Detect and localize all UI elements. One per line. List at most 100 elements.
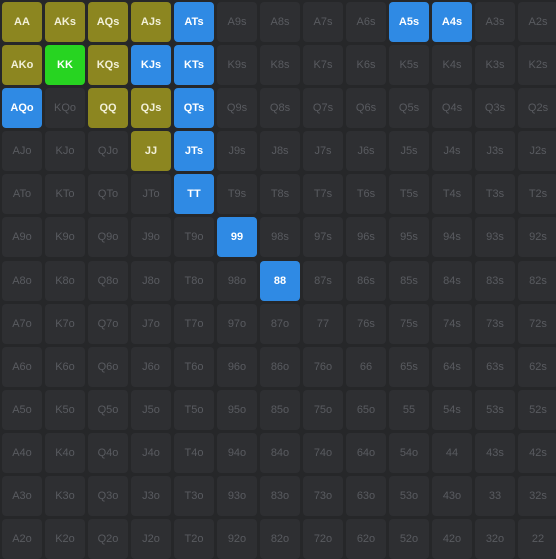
hand-cell-42o[interactable]: 42o (432, 519, 472, 559)
hand-cell-74s[interactable]: 74s (432, 303, 472, 344)
hand-cell-a4o[interactable]: A4o (2, 432, 42, 473)
hand-cell-75s[interactable]: 75s (389, 303, 429, 344)
hand-cell-k9s[interactable]: K9s (217, 45, 257, 86)
hand-cell-93o[interactable]: 93o (217, 476, 257, 517)
hand-cell-62o[interactable]: 62o (346, 519, 386, 559)
hand-cell-44[interactable]: 44 (432, 432, 472, 473)
hand-cell-t2o[interactable]: T2o (174, 519, 214, 559)
hand-cell-jj[interactable]: JJ (131, 131, 171, 172)
hand-cell-a5s[interactable]: A5s (389, 2, 429, 42)
hand-cell-j4o[interactable]: J4o (131, 432, 171, 473)
hand-cell-76o[interactable]: 76o (303, 346, 343, 387)
hand-cell-82o[interactable]: 82o (260, 519, 300, 559)
hand-cell-92s[interactable]: 92s (518, 217, 556, 258)
hand-cell-aks[interactable]: AKs (45, 2, 85, 42)
hand-cell-86s[interactable]: 86s (346, 260, 386, 301)
hand-cell-j4s[interactable]: J4s (432, 131, 472, 172)
hand-cell-tt[interactable]: TT (174, 174, 214, 215)
hand-cell-54s[interactable]: 54s (432, 389, 472, 430)
hand-cell-t6s[interactable]: T6s (346, 174, 386, 215)
hand-cell-kqo[interactable]: KQo (45, 88, 85, 129)
hand-cell-qjs[interactable]: QJs (131, 88, 171, 129)
hand-cell-j2s[interactable]: J2s (518, 131, 556, 172)
hand-cell-kts[interactable]: KTs (174, 45, 214, 86)
hand-cell-76s[interactable]: 76s (346, 303, 386, 344)
hand-cell-t7o[interactable]: T7o (174, 303, 214, 344)
hand-cell-a2s[interactable]: A2s (518, 2, 556, 42)
hand-cell-72o[interactable]: 72o (303, 519, 343, 559)
hand-cell-96s[interactable]: 96s (346, 217, 386, 258)
hand-cell-j9o[interactable]: J9o (131, 217, 171, 258)
hand-cell-85o[interactable]: 85o (260, 389, 300, 430)
hand-cell-k3o[interactable]: K3o (45, 476, 85, 517)
hand-cell-k2o[interactable]: K2o (45, 519, 85, 559)
hand-cell-q6o[interactable]: Q6o (88, 346, 128, 387)
hand-cell-a7o[interactable]: A7o (2, 303, 42, 344)
hand-cell-t5s[interactable]: T5s (389, 174, 429, 215)
hand-cell-k8s[interactable]: K8s (260, 45, 300, 86)
hand-cell-84o[interactable]: 84o (260, 432, 300, 473)
hand-cell-a9s[interactable]: A9s (217, 2, 257, 42)
hand-cell-96o[interactable]: 96o (217, 346, 257, 387)
hand-cell-j5s[interactable]: J5s (389, 131, 429, 172)
hand-cell-k3s[interactable]: K3s (475, 45, 515, 86)
hand-cell-53o[interactable]: 53o (389, 476, 429, 517)
hand-cell-q5o[interactable]: Q5o (88, 389, 128, 430)
hand-cell-54o[interactable]: 54o (389, 432, 429, 473)
hand-cell-j7o[interactable]: J7o (131, 303, 171, 344)
hand-cell-a7s[interactable]: A7s (303, 2, 343, 42)
hand-cell-77[interactable]: 77 (303, 303, 343, 344)
hand-cell-qjo[interactable]: QJo (88, 131, 128, 172)
hand-cell-k6o[interactable]: K6o (45, 346, 85, 387)
hand-cell-32o[interactable]: 32o (475, 519, 515, 559)
hand-cell-k5o[interactable]: K5o (45, 389, 85, 430)
hand-cell-kjo[interactable]: KJo (45, 131, 85, 172)
hand-cell-kjs[interactable]: KJs (131, 45, 171, 86)
hand-cell-t3o[interactable]: T3o (174, 476, 214, 517)
hand-cell-qto[interactable]: QTo (88, 174, 128, 215)
hand-cell-q7o[interactable]: Q7o (88, 303, 128, 344)
hand-cell-aqo[interactable]: AQo (2, 88, 42, 129)
hand-cell-kto[interactable]: KTo (45, 174, 85, 215)
hand-cell-t8s[interactable]: T8s (260, 174, 300, 215)
hand-cell-64o[interactable]: 64o (346, 432, 386, 473)
hand-cell-t8o[interactable]: T8o (174, 260, 214, 301)
hand-cell-q9s[interactable]: Q9s (217, 88, 257, 129)
hand-cell-52s[interactable]: 52s (518, 389, 556, 430)
hand-cell-87s[interactable]: 87s (303, 260, 343, 301)
hand-cell-a4s[interactable]: A4s (432, 2, 472, 42)
hand-cell-33[interactable]: 33 (475, 476, 515, 517)
hand-cell-97o[interactable]: 97o (217, 303, 257, 344)
hand-cell-83s[interactable]: 83s (475, 260, 515, 301)
hand-cell-q2s[interactable]: Q2s (518, 88, 556, 129)
hand-cell-ajo[interactable]: AJo (2, 131, 42, 172)
hand-cell-88[interactable]: 88 (260, 260, 300, 301)
hand-cell-66[interactable]: 66 (346, 346, 386, 387)
hand-cell-qq[interactable]: QQ (88, 88, 128, 129)
hand-cell-t6o[interactable]: T6o (174, 346, 214, 387)
hand-cell-ajs[interactable]: AJs (131, 2, 171, 42)
hand-cell-jts[interactable]: JTs (174, 131, 214, 172)
hand-cell-a9o[interactable]: A9o (2, 217, 42, 258)
hand-cell-82s[interactable]: 82s (518, 260, 556, 301)
hand-cell-aqs[interactable]: AQs (88, 2, 128, 42)
hand-cell-k5s[interactable]: K5s (389, 45, 429, 86)
hand-cell-j8s[interactable]: J8s (260, 131, 300, 172)
hand-cell-83o[interactable]: 83o (260, 476, 300, 517)
hand-cell-65o[interactable]: 65o (346, 389, 386, 430)
hand-cell-aa[interactable]: AA (2, 2, 42, 42)
hand-cell-q7s[interactable]: Q7s (303, 88, 343, 129)
hand-cell-94o[interactable]: 94o (217, 432, 257, 473)
hand-cell-73s[interactable]: 73s (475, 303, 515, 344)
hand-cell-95s[interactable]: 95s (389, 217, 429, 258)
hand-cell-t9o[interactable]: T9o (174, 217, 214, 258)
hand-cell-42s[interactable]: 42s (518, 432, 556, 473)
hand-cell-q2o[interactable]: Q2o (88, 519, 128, 559)
hand-cell-a8s[interactable]: A8s (260, 2, 300, 42)
hand-cell-ats[interactable]: ATs (174, 2, 214, 42)
hand-cell-j3o[interactable]: J3o (131, 476, 171, 517)
hand-cell-jto[interactable]: JTo (131, 174, 171, 215)
hand-cell-k9o[interactable]: K9o (45, 217, 85, 258)
hand-cell-k4s[interactable]: K4s (432, 45, 472, 86)
hand-cell-j2o[interactable]: J2o (131, 519, 171, 559)
